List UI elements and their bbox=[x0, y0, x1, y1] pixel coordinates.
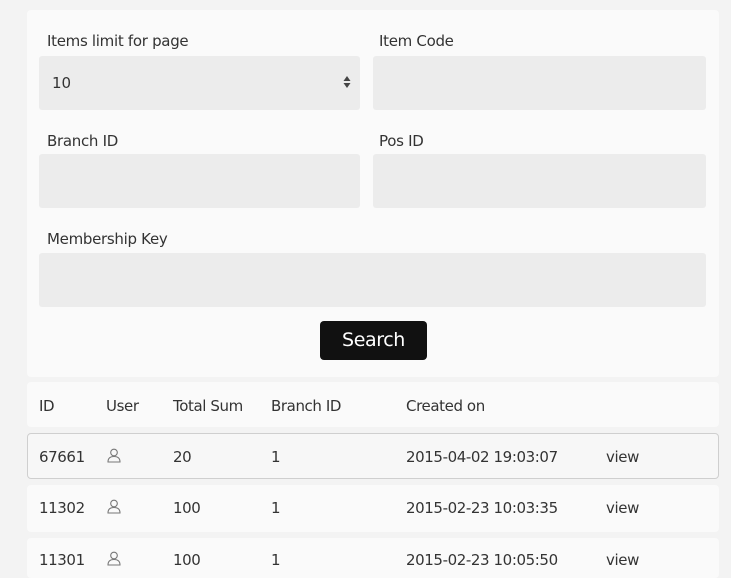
item-code-input[interactable] bbox=[373, 56, 706, 110]
item-code-label: Item Code bbox=[379, 32, 454, 50]
items-limit-label: Items limit for page bbox=[47, 32, 189, 50]
column-header-id: ID bbox=[39, 397, 55, 415]
membership-key-input[interactable] bbox=[39, 253, 706, 307]
user-icon bbox=[107, 551, 121, 566]
row-created-on: 2015-02-23 10:05:50 bbox=[406, 551, 558, 569]
row-branch-id: 1 bbox=[271, 551, 281, 569]
search-button[interactable]: Search bbox=[320, 321, 427, 360]
membership-key-label: Membership Key bbox=[47, 230, 168, 248]
row-id: 11301 bbox=[39, 551, 85, 569]
row-id: 67661 bbox=[39, 448, 85, 466]
items-limit-select[interactable]: 10 bbox=[39, 56, 360, 110]
view-link[interactable]: view bbox=[606, 551, 639, 569]
view-link[interactable]: view bbox=[606, 499, 639, 517]
row-total-sum: 100 bbox=[173, 551, 201, 569]
pos-id-label: Pos ID bbox=[379, 132, 424, 150]
row-id: 11302 bbox=[39, 499, 85, 517]
view-link[interactable]: view bbox=[606, 448, 639, 466]
row-created-on: 2015-04-02 19:03:07 bbox=[406, 448, 558, 466]
branch-id-input[interactable] bbox=[39, 154, 360, 208]
column-header-branch-id: Branch ID bbox=[271, 397, 342, 415]
items-limit-value: 10 bbox=[52, 74, 72, 92]
pos-id-input[interactable] bbox=[373, 154, 706, 208]
user-icon bbox=[107, 499, 121, 514]
column-header-user: User bbox=[106, 397, 139, 415]
user-icon bbox=[107, 448, 121, 463]
column-header-created-on: Created on bbox=[406, 397, 485, 415]
row-branch-id: 1 bbox=[271, 499, 281, 517]
row-branch-id: 1 bbox=[271, 448, 281, 466]
row-total-sum: 100 bbox=[173, 499, 201, 517]
select-arrows-icon bbox=[343, 76, 351, 88]
row-total-sum: 20 bbox=[173, 448, 192, 466]
column-header-total-sum: Total Sum bbox=[173, 397, 243, 415]
row-created-on: 2015-02-23 10:03:35 bbox=[406, 499, 558, 517]
branch-id-label: Branch ID bbox=[47, 132, 118, 150]
